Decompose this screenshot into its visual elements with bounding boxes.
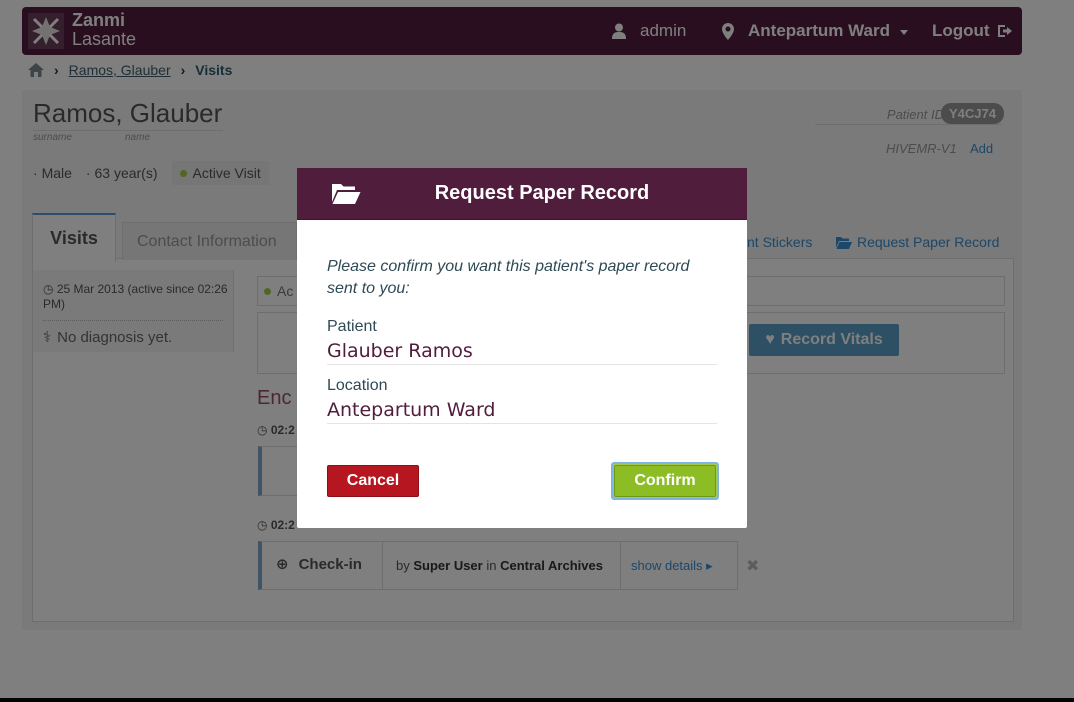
location-field-label: Location <box>327 377 388 394</box>
confirm-button[interactable]: Confirm <box>611 462 719 500</box>
confirm-button-label: Confirm <box>614 465 716 497</box>
dialog-message: Please confirm you want this patient's p… <box>327 258 690 297</box>
dialog-title: Request Paper Record <box>434 182 650 204</box>
patient-field-value: Glauber Ramos <box>327 340 473 362</box>
location-field-value: Antepartum Ward <box>327 399 496 421</box>
divider <box>327 364 717 365</box>
patient-field-label: Patient <box>327 318 377 335</box>
divider <box>327 423 717 424</box>
cancel-button[interactable]: Cancel <box>327 465 419 497</box>
bottom-edge <box>0 698 1074 702</box>
